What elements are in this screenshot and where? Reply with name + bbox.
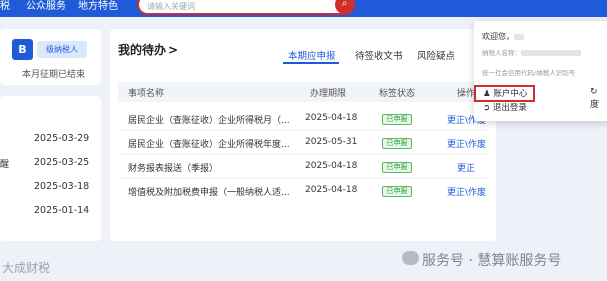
nav-item-tax[interactable]: 税: [0, 1, 10, 13]
search-icon[interactable]: ⌕: [335, 0, 354, 14]
taxpayer-type-label: 级纳税人: [37, 41, 87, 58]
row-item-name: 财务报表报送（季报）: [128, 164, 219, 174]
column-header-status: 标签状态: [379, 89, 416, 99]
column-header-name: 事项名称: [128, 89, 165, 99]
row-deadline: 2025-04-18: [305, 161, 358, 171]
row-action-link[interactable]: 更正: [457, 161, 475, 174]
reminder-label: 醒: [0, 160, 10, 170]
tab-pending-documents[interactable]: 待签收文书: [355, 48, 403, 62]
todo-title[interactable]: 我的待办 >: [118, 41, 178, 58]
credit-level-badge: B: [12, 39, 33, 60]
reminder-card: [0, 96, 101, 241]
column-header-deadline: 办理期限: [310, 89, 347, 99]
watermark-left: 大成财税: [2, 261, 51, 275]
nav-item-public-service[interactable]: 公众服务: [26, 1, 66, 13]
logout-button[interactable]: ➲ 退出登录: [483, 101, 527, 113]
reminder-date[interactable]: 2025-03-25: [34, 157, 89, 168]
reminder-date[interactable]: 2025-03-29: [34, 133, 89, 144]
redacted-name: [514, 33, 524, 40]
row-item-name: 居民企业（查账征收）企业所得税年度...: [128, 140, 290, 150]
row-divider: [118, 130, 488, 131]
row-deadline: 2025-04-18: [305, 185, 358, 195]
tab-current-declaration[interactable]: 本期应申报: [288, 48, 336, 62]
refresh-button[interactable]: ↻ 度: [590, 87, 607, 110]
status-badge: 已申报: [382, 114, 412, 125]
row-deadline: 2025-04-18: [305, 113, 358, 123]
row-action-link[interactable]: 更正\作废: [447, 137, 486, 150]
row-item-name: 居民企业（查账征收）企业所得税月（...: [128, 116, 290, 126]
row-item-name: 增值税及附加税费申报（一般纳税人适...: [128, 188, 290, 198]
redacted-taxpayer-name: [521, 50, 581, 56]
welcome-text: 欢迎您，: [482, 31, 524, 42]
row-divider: [118, 178, 488, 179]
credit-code-field: 统一社会信用代码/纳税人识别号: [482, 69, 576, 77]
row-deadline: 2025-05-31: [305, 137, 358, 147]
status-badge: 已申报: [382, 162, 412, 173]
nav-item-local-features[interactable]: 地方特色: [78, 1, 118, 13]
row-action-link[interactable]: 更正\作废: [447, 185, 486, 198]
watermark-right: 服务号 · 慧算账服务号: [422, 253, 562, 269]
status-badge: 已申报: [382, 186, 412, 197]
reminder-date[interactable]: 2025-03-18: [34, 181, 89, 192]
account-center-button[interactable]: ♟ 账户中心: [483, 87, 527, 99]
logout-icon: ➲: [483, 103, 491, 113]
refresh-icon: ↻: [590, 87, 598, 97]
period-status: 本月征期已结束: [22, 70, 86, 80]
table-header: [118, 82, 488, 102]
reminder-date[interactable]: 2025-01-14: [34, 205, 89, 216]
tab-risk-issues[interactable]: 风险疑点: [417, 48, 455, 62]
column-header-action: 操作: [457, 89, 476, 99]
taxpayer-name-field: 纳税人名称：: [482, 47, 581, 57]
row-divider: [118, 154, 488, 155]
search-box[interactable]: 请输入关键词 ⌕: [137, 0, 355, 15]
wechat-icon: [402, 251, 419, 265]
search-input[interactable]: 请输入关键词: [147, 1, 195, 12]
chevron-right-icon: >: [168, 43, 179, 57]
user-icon: ♟: [483, 89, 491, 99]
active-tab-indicator: [283, 62, 339, 64]
status-badge: 已申报: [382, 138, 412, 149]
